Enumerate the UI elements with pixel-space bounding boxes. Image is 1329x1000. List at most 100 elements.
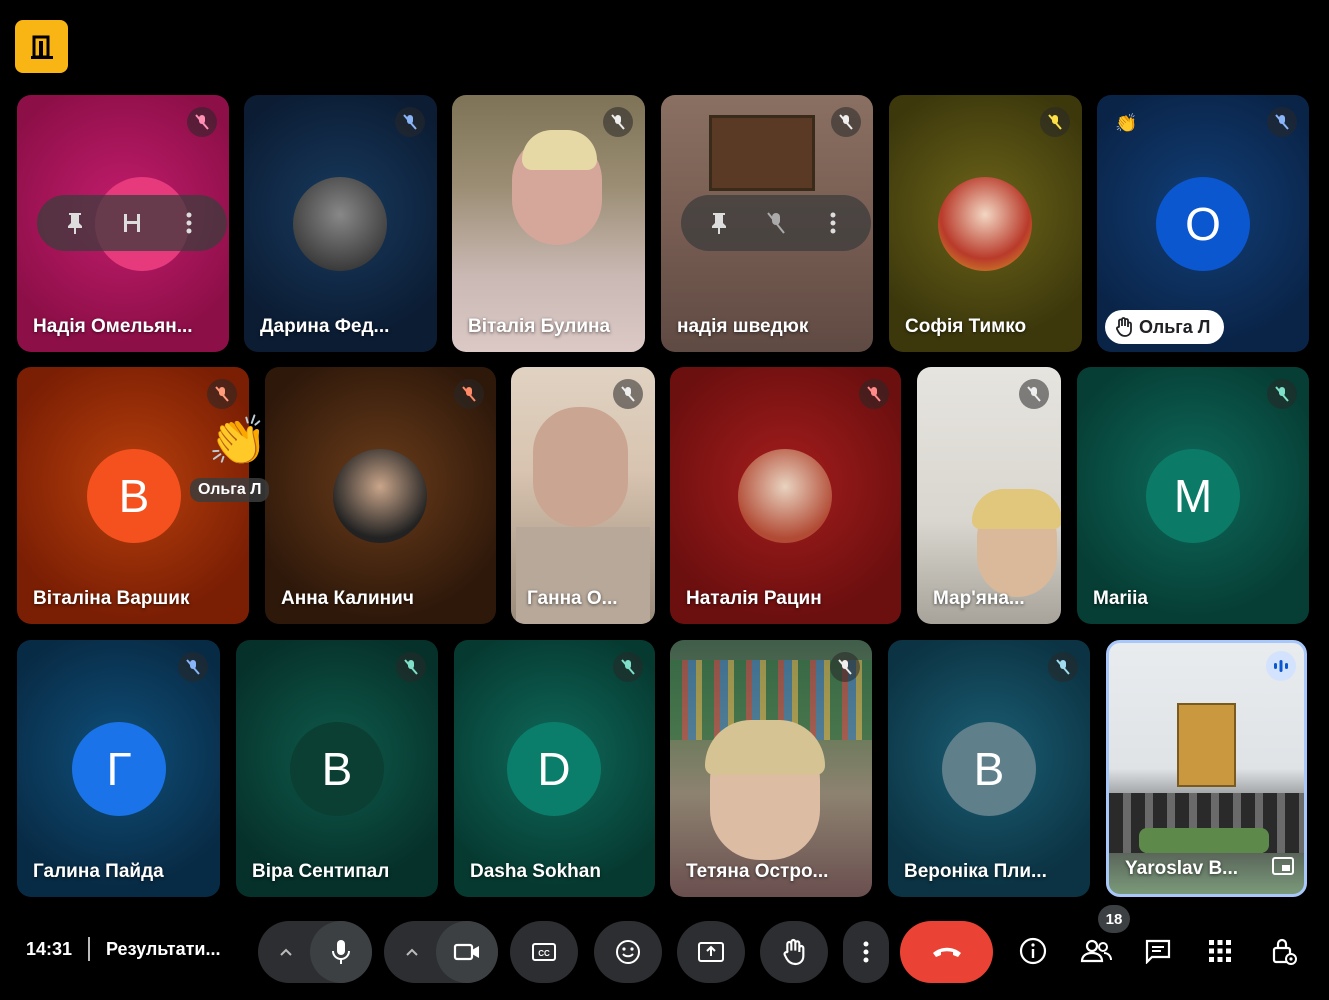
participant-tile[interactable]: Дарина Фед... (244, 95, 437, 352)
meeting-info-button[interactable] (1007, 925, 1059, 977)
participant-tile-self[interactable]: Yaroslav B... (1106, 640, 1307, 897)
participant-tile[interactable]: В Вероніка Пли... (888, 640, 1090, 897)
mic-off-icon (1267, 379, 1297, 409)
participant-tile[interactable]: D Dasha Sokhan (454, 640, 655, 897)
present-icon (698, 942, 724, 962)
participant-name: Віталія Булина (468, 316, 611, 337)
participant-tile[interactable]: 👏 О Ольга Л (1097, 95, 1309, 352)
participant-tile[interactable]: В Віра Сентипал (236, 640, 438, 897)
mic-off-icon (613, 379, 643, 409)
tile-hover-controls (681, 195, 871, 251)
mic-off-icon (830, 652, 860, 682)
mic-off-icon (1267, 107, 1297, 137)
participant-name: Наталія Рацин (686, 588, 822, 609)
present-button[interactable] (677, 921, 745, 983)
mic-button[interactable] (310, 921, 372, 983)
mic-off-icon (859, 379, 889, 409)
participant-name: Віталіна Варшик (33, 588, 190, 609)
camera-button[interactable] (436, 921, 498, 983)
more-vert-icon[interactable] (813, 203, 853, 243)
avatar: В (87, 449, 181, 543)
host-controls-button[interactable] (1258, 925, 1310, 977)
mic-off-icon[interactable] (756, 203, 796, 243)
people-icon (1080, 939, 1112, 963)
raise-hand-button[interactable] (760, 921, 828, 983)
mic-off-icon (207, 379, 237, 409)
emoji-button[interactable] (594, 921, 662, 983)
participant-name: Віра Сентипал (252, 861, 390, 882)
participant-tile[interactable]: Віталія Булина (452, 95, 645, 352)
participant-name: надія шведюк (677, 316, 809, 337)
participant-tile[interactable]: Г Галина Пайда (17, 640, 220, 897)
end-call-icon (932, 947, 961, 957)
more-vert-icon (863, 941, 869, 963)
participant-name: Софія Тимко (905, 316, 1027, 337)
meeting-title[interactable]: Результати... (106, 939, 220, 960)
camera-control-group (384, 921, 498, 983)
emoji-icon (616, 940, 640, 964)
leave-call-button[interactable] (900, 921, 993, 983)
pin-icon[interactable] (55, 203, 95, 243)
door-icon (30, 35, 53, 59)
people-button[interactable] (1070, 925, 1122, 977)
avatar: M (1146, 449, 1240, 543)
meeting-time: 14:31 (26, 939, 73, 959)
participant-tile[interactable]: Софія Тимко (889, 95, 1082, 352)
mic-off-icon (1048, 652, 1078, 682)
speaking-icon (1266, 651, 1296, 681)
participant-tile[interactable]: Анна Калинич (265, 367, 496, 624)
video-feed (1139, 828, 1269, 853)
participant-name: Ганна О... (527, 588, 618, 609)
participant-name: Надія Омельян... (33, 316, 193, 337)
mic-control-group (258, 921, 372, 983)
more-vert-icon[interactable] (169, 203, 209, 243)
video-feed (522, 130, 597, 170)
participant-name: Dasha Sokhan (470, 861, 601, 882)
participant-tile[interactable]: Наталія Рацин (670, 367, 901, 624)
hand-raised-name: Ольга Л (1139, 316, 1211, 337)
bottom-control-bar: 14:31 Результати... CC 18 (0, 905, 1329, 1000)
participant-tile[interactable]: Ганна О... (511, 367, 655, 624)
avatar: Г (72, 722, 166, 816)
participant-name: Тетяна Остро... (686, 861, 829, 882)
video-feed (1177, 703, 1236, 787)
hand-raised-pill[interactable]: Ольга Л (1105, 310, 1225, 344)
participant-name: Mariia (1093, 588, 1148, 609)
video-feed (709, 115, 815, 191)
raise-hand-icon (783, 938, 805, 966)
more-options-button[interactable] (843, 921, 889, 983)
captions-button[interactable]: CC (510, 921, 578, 983)
mic-icon (332, 940, 350, 964)
hand-icon (1116, 317, 1132, 337)
chevron-up-icon (406, 948, 418, 956)
avatar: D (507, 722, 601, 816)
mic-off-icon (1040, 107, 1070, 137)
mic-options-button[interactable] (272, 937, 300, 967)
activities-button[interactable] (1194, 925, 1246, 977)
participant-tile[interactable]: надія шведюк (661, 95, 873, 352)
mic-off-icon (187, 107, 217, 137)
chevron-up-icon (280, 948, 292, 956)
clap-reaction-icon: 👏 (208, 415, 268, 468)
participant-tile[interactable]: Тетяна Остро... (670, 640, 872, 897)
mic-off-icon (396, 652, 426, 682)
mic-off-icon (178, 652, 208, 682)
meeting-room-button[interactable] (15, 20, 68, 73)
participant-tile[interactable]: Мар'яна... (917, 367, 1061, 624)
activities-icon (1209, 940, 1231, 962)
pip-icon[interactable] (1272, 857, 1294, 880)
tile-hover-controls (37, 195, 227, 251)
host-controls-icon (1272, 938, 1297, 965)
mic-off-icon (454, 379, 484, 409)
captions-icon: CC (532, 943, 556, 961)
pin-icon[interactable] (699, 203, 739, 243)
mic-off-icon (603, 107, 633, 137)
chat-button[interactable] (1132, 925, 1184, 977)
participant-name: Yaroslav B... (1125, 858, 1239, 879)
camera-options-button[interactable] (398, 937, 426, 967)
participant-tile[interactable]: Надія Омельян... (17, 95, 229, 352)
video-feed (533, 407, 628, 527)
participant-name: Галина Пайда (33, 861, 164, 882)
participant-tile[interactable]: M Mariia (1077, 367, 1309, 624)
mute-icon[interactable] (112, 203, 152, 243)
